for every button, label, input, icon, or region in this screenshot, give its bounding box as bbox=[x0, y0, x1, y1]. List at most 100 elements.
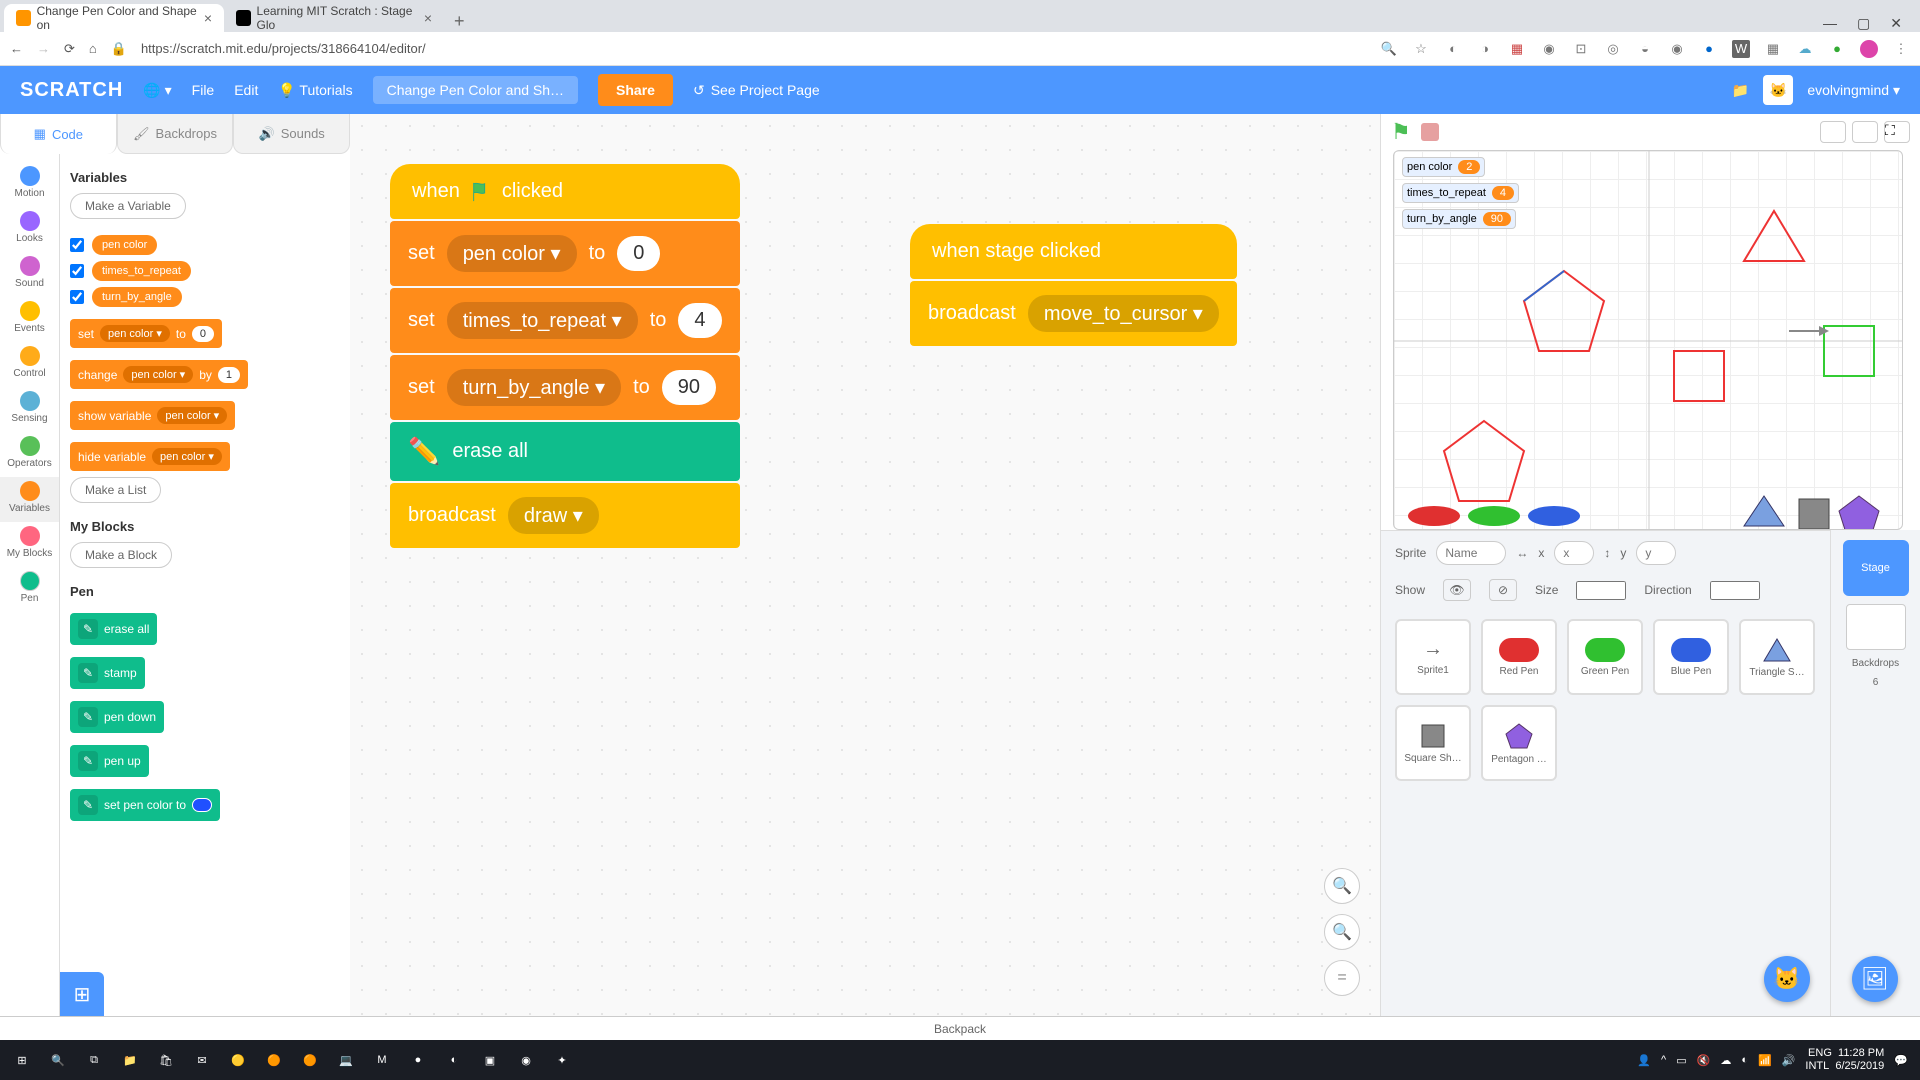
tab-sounds[interactable]: 🔊 Sounds bbox=[233, 114, 350, 154]
start-button[interactable]: ⊞ bbox=[6, 1044, 38, 1076]
erase-all-block[interactable]: ✏️erase all bbox=[390, 422, 740, 481]
broadcast-block[interactable]: broadcastmove_to_cursor ▾ bbox=[910, 281, 1237, 346]
tray-icon[interactable]: 🔇 bbox=[1697, 1054, 1711, 1067]
make-block-button[interactable]: Make a Block bbox=[70, 542, 172, 568]
sprite-x-input[interactable] bbox=[1554, 541, 1594, 565]
new-tab-button[interactable]: + bbox=[444, 11, 475, 32]
pen-down-block[interactable]: ✎pen down bbox=[70, 701, 164, 733]
cat-control[interactable]: Control bbox=[0, 342, 59, 387]
small-stage-button[interactable] bbox=[1820, 121, 1846, 143]
sprite-y-input[interactable] bbox=[1636, 541, 1676, 565]
cat-sound[interactable]: Sound bbox=[0, 252, 59, 297]
cat-variables[interactable]: Variables bbox=[0, 477, 59, 522]
close-icon[interactable]: × bbox=[204, 10, 212, 26]
tray-icon[interactable]: ☁ bbox=[1720, 1054, 1731, 1067]
blender-icon[interactable]: 🟠 bbox=[258, 1044, 290, 1076]
variable-block[interactable]: pen color bbox=[92, 235, 157, 255]
pen-up-block[interactable]: ✎pen up bbox=[70, 745, 149, 777]
app-icon[interactable]: M bbox=[366, 1044, 398, 1076]
when-stage-clicked-block[interactable]: when stage clicked bbox=[910, 224, 1237, 279]
project-title-input[interactable]: Change Pen Color and Sh… bbox=[373, 76, 578, 104]
ext-icon[interactable]: ◒ bbox=[1636, 40, 1654, 58]
tray-icon[interactable]: ◐ bbox=[1741, 1054, 1748, 1066]
stage-canvas[interactable]: pen color2 times_to_repeat4 turn_by_angl… bbox=[1393, 150, 1903, 530]
ext-icon[interactable]: ◎ bbox=[1604, 40, 1622, 58]
app-icon[interactable]: 🟠 bbox=[294, 1044, 326, 1076]
add-sprite-button[interactable]: 🐱 bbox=[1764, 956, 1810, 1002]
add-extension-button[interactable]: ⊞ bbox=[60, 972, 104, 1016]
cat-motion[interactable]: Motion bbox=[0, 162, 59, 207]
cat-operators[interactable]: Operators bbox=[0, 432, 59, 477]
chrome-icon[interactable]: 🟡 bbox=[222, 1044, 254, 1076]
color-swatch-icon[interactable] bbox=[192, 798, 212, 812]
file-explorer-icon[interactable]: 📁 bbox=[114, 1044, 146, 1076]
menu-icon[interactable]: ⋮ bbox=[1892, 40, 1910, 58]
change-variable-block[interactable]: changepen color ▾by1 bbox=[70, 360, 248, 389]
sprite-thumb[interactable]: Square Sh… bbox=[1395, 705, 1471, 781]
username[interactable]: evolvingmind ▾ bbox=[1807, 82, 1900, 99]
cat-pen[interactable]: Pen bbox=[0, 567, 59, 612]
store-icon[interactable]: 🛍 bbox=[150, 1044, 182, 1076]
steam-icon[interactable]: ◉ bbox=[510, 1044, 542, 1076]
sprite-thumb[interactable]: Triangle S… bbox=[1739, 619, 1815, 695]
ext-icon[interactable]: ⊡ bbox=[1572, 40, 1590, 58]
globe-icon[interactable]: 🌐 ▾ bbox=[143, 82, 171, 99]
sprite-direction-input[interactable] bbox=[1710, 581, 1760, 600]
add-backdrop-button[interactable]: 🖼 bbox=[1852, 956, 1898, 1002]
close-window-icon[interactable]: ✕ bbox=[1890, 15, 1902, 32]
task-view-icon[interactable]: ⧉ bbox=[78, 1044, 110, 1076]
tray-icon[interactable]: 👤 bbox=[1637, 1054, 1651, 1067]
stop-button[interactable] bbox=[1421, 123, 1439, 141]
show-sprite-button[interactable]: 👁 bbox=[1443, 579, 1471, 601]
when-flag-clicked-block[interactable]: when clicked bbox=[390, 164, 740, 219]
make-list-button[interactable]: Make a List bbox=[70, 477, 161, 503]
set-variable-block[interactable]: setpen color ▾to0 bbox=[70, 319, 222, 348]
stage-selector[interactable]: Stage bbox=[1843, 540, 1909, 596]
mail-icon[interactable]: ✉ bbox=[186, 1044, 218, 1076]
back-icon[interactable]: ← bbox=[10, 41, 23, 56]
set-block[interactable]: settimes_to_repeat ▾to4 bbox=[390, 288, 740, 353]
app-icon[interactable]: ◐ bbox=[438, 1044, 470, 1076]
app-icon[interactable]: 💻 bbox=[330, 1044, 362, 1076]
set-block[interactable]: setpen color ▾to0 bbox=[390, 221, 740, 286]
edit-menu[interactable]: Edit bbox=[234, 82, 258, 98]
home-icon[interactable]: ⌂ bbox=[89, 41, 97, 56]
ext-icon[interactable]: ◉ bbox=[1668, 40, 1686, 58]
tray-icon[interactable]: ▭ bbox=[1676, 1054, 1686, 1067]
sprite-thumb[interactable]: Pentagon … bbox=[1481, 705, 1557, 781]
app-icon[interactable]: ● bbox=[402, 1044, 434, 1076]
url-field[interactable]: https://scratch.mit.edu/projects/3186641… bbox=[141, 41, 1366, 56]
zoom-in-button[interactable]: 🔍 bbox=[1324, 868, 1360, 904]
fullscreen-button[interactable]: ⛶ bbox=[1884, 121, 1910, 143]
script-stack-1[interactable]: when clicked setpen color ▾to0 settimes_… bbox=[390, 164, 740, 548]
cat-myblocks[interactable]: My Blocks bbox=[0, 522, 59, 567]
erase-all-block[interactable]: ✎erase all bbox=[70, 613, 157, 645]
maximize-icon[interactable]: ▢ bbox=[1857, 15, 1870, 32]
zoom-reset-button[interactable]: = bbox=[1324, 960, 1360, 996]
scratch-logo[interactable]: SCRATCH bbox=[20, 79, 123, 102]
tab-code[interactable]: ▦ Code bbox=[0, 114, 117, 154]
backpack-bar[interactable]: Backpack bbox=[0, 1016, 1920, 1040]
share-button[interactable]: Share bbox=[598, 74, 673, 106]
script-stack-2[interactable]: when stage clicked broadcastmove_to_curs… bbox=[910, 224, 1237, 346]
var-checkbox[interactable] bbox=[70, 264, 84, 278]
file-menu[interactable]: File bbox=[192, 82, 215, 98]
avatar-icon[interactable] bbox=[1860, 40, 1878, 58]
tray-up-icon[interactable]: ^ bbox=[1661, 1054, 1666, 1066]
zoom-icon[interactable]: 🔍 bbox=[1380, 40, 1398, 58]
large-stage-button[interactable] bbox=[1852, 121, 1878, 143]
zoom-out-button[interactable]: 🔍 bbox=[1324, 914, 1360, 950]
sprite-thumb[interactable]: Red Pen bbox=[1481, 619, 1557, 695]
see-project-button[interactable]: ↺ See Project Page bbox=[693, 82, 820, 99]
var-checkbox[interactable] bbox=[70, 238, 84, 252]
sprite-name-input[interactable] bbox=[1436, 541, 1506, 565]
ext-icon[interactable]: ◑ bbox=[1476, 40, 1494, 58]
sprite-thumb[interactable]: →Sprite1 bbox=[1395, 619, 1471, 695]
variable-block[interactable]: turn_by_angle bbox=[92, 287, 182, 307]
make-variable-button[interactable]: Make a Variable bbox=[70, 193, 186, 219]
cat-looks[interactable]: Looks bbox=[0, 207, 59, 252]
show-variable-block[interactable]: show variablepen color ▾ bbox=[70, 401, 235, 430]
ext-icon[interactable]: ● bbox=[1700, 40, 1718, 58]
browser-tab-2[interactable]: Learning MIT Scratch : Stage Glo × bbox=[224, 4, 444, 32]
wifi-icon[interactable]: 📶 bbox=[1758, 1054, 1772, 1067]
